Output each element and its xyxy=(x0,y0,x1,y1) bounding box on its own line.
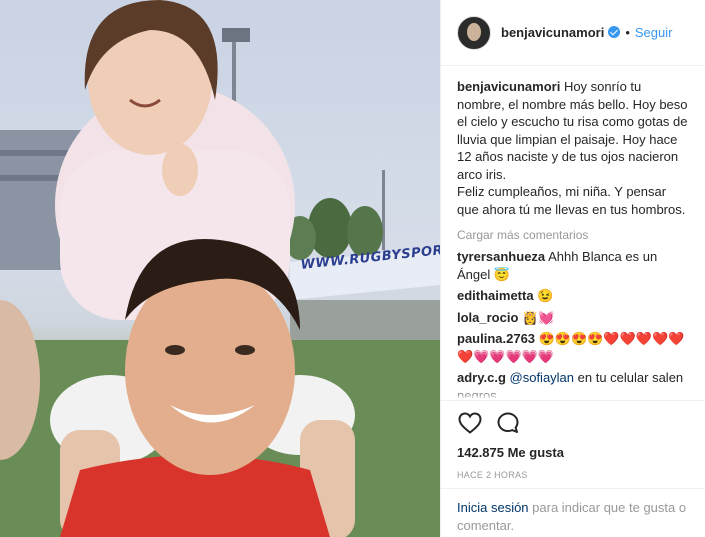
post-header: benjavicunamori • Seguir xyxy=(441,0,705,66)
photo-illustration xyxy=(0,0,440,537)
comment-username[interactable]: paulina.2763 xyxy=(457,331,535,346)
comment-icon[interactable] xyxy=(495,410,521,436)
comment-username[interactable]: lola_rocio xyxy=(457,310,518,325)
comment-text: 👸💓 xyxy=(522,309,555,325)
comment-fade xyxy=(441,388,705,400)
comment-username[interactable]: tyrersanhueza xyxy=(457,249,545,264)
comment-list[interactable]: benjavicunamori Hoy sonrío tu nombre, el… xyxy=(441,78,705,398)
post-sidebar: benjavicunamori • Seguir benjavicunamori… xyxy=(440,0,705,537)
like-count[interactable]: 142.875 Me gusta xyxy=(457,445,689,460)
girl-hands xyxy=(162,144,198,196)
comment-username[interactable]: adry.c.g xyxy=(457,370,506,385)
separator-dot: • xyxy=(625,25,630,40)
man-eye xyxy=(165,345,185,355)
caption-text-2: Feliz cumpleaños, mi niña. Y pensar que … xyxy=(457,184,686,217)
avatar[interactable] xyxy=(457,15,491,50)
login-link[interactable]: Inicia sesión xyxy=(457,500,529,515)
action-icons xyxy=(457,401,689,445)
floodlight xyxy=(222,28,250,42)
post-actions: 142.875 Me gusta HACE 2 HORAS xyxy=(441,400,705,480)
man-eye xyxy=(235,345,255,355)
comment-text: 😉 xyxy=(537,288,554,303)
post-timestamp: HACE 2 HORAS xyxy=(457,470,528,480)
comment-username[interactable]: edithaimetta xyxy=(457,288,534,303)
load-more-comments[interactable]: Cargar más comentarios xyxy=(457,228,689,242)
header-username[interactable]: benjavicunamori xyxy=(501,25,621,40)
comment-item: edithaimetta 😉 xyxy=(457,287,689,305)
caption: benjavicunamori Hoy sonrío tu nombre, el… xyxy=(457,78,689,218)
caption-text-1: Hoy sonrío tu nombre, el nombre más bell… xyxy=(457,79,688,182)
comment-item: tyrersanhueza Ahhh Blanca es un Ángel 😇 xyxy=(457,248,689,283)
login-prompt: Inicia sesión para indicar que te gusta … xyxy=(441,488,705,535)
follow-button[interactable]: Seguir xyxy=(635,25,673,40)
comment-mention[interactable]: @sofiaylan xyxy=(510,370,575,385)
caption-username[interactable]: benjavicunamori xyxy=(457,79,560,94)
heart-icon[interactable] xyxy=(457,410,483,436)
comment-item: lola_rocio 👸💓 xyxy=(457,309,689,327)
tree xyxy=(308,198,352,258)
verified-badge-icon xyxy=(608,26,621,38)
fence xyxy=(290,300,440,340)
comment-item: paulina.2763 😍😍😍😍❤️❤️❤️❤️❤️❤️💗💗💗💗💗 xyxy=(457,330,689,365)
post-photo[interactable]: WWW.RUGBYSPORT.C xyxy=(0,0,440,537)
